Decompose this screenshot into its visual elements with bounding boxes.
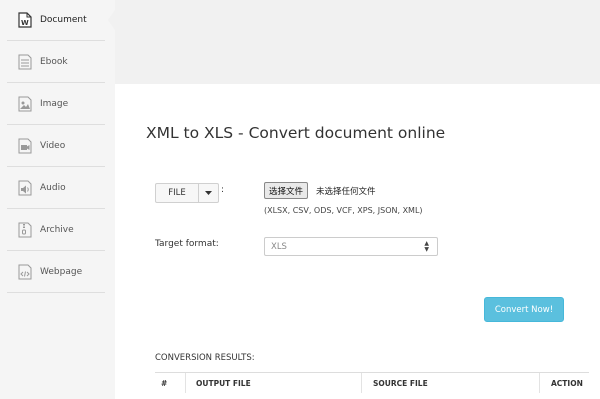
column-header-index: # bbox=[161, 379, 168, 388]
svg-text:W: W bbox=[21, 19, 29, 27]
sidebar-item-image[interactable]: Image bbox=[7, 84, 105, 125]
sidebar-item-audio[interactable]: Audio bbox=[7, 168, 105, 209]
video-icon bbox=[17, 138, 33, 154]
sidebar-item-document[interactable]: W Document bbox=[7, 0, 105, 41]
source-type-dropdown[interactable]: FILE bbox=[155, 183, 219, 203]
document-w-icon: W bbox=[17, 12, 33, 28]
sidebar: W Document Ebook Image Video Audio Archi… bbox=[0, 0, 115, 399]
colon-separator: : bbox=[221, 185, 225, 195]
page-title: XML to XLS - Convert document online bbox=[146, 124, 446, 142]
file-button[interactable]: FILE bbox=[156, 184, 199, 202]
sidebar-item-webpage[interactable]: Webpage bbox=[7, 252, 105, 293]
convert-now-button[interactable]: Convert Now! bbox=[484, 297, 564, 322]
archive-icon bbox=[17, 222, 33, 238]
sidebar-item-label: Audio bbox=[40, 183, 66, 193]
sidebar-item-video[interactable]: Video bbox=[7, 126, 105, 167]
target-format-select[interactable]: XLS ▲ ▼ bbox=[264, 237, 438, 256]
sidebar-item-label: Archive bbox=[40, 225, 74, 235]
sidebar-item-label: Document bbox=[40, 15, 87, 25]
sidebar-item-ebook[interactable]: Ebook bbox=[7, 42, 105, 83]
ebook-icon bbox=[17, 54, 33, 70]
column-header-source-file: SOURCE FILE bbox=[373, 379, 428, 388]
sidebar-item-label: Video bbox=[40, 141, 66, 151]
column-divider bbox=[539, 373, 540, 393]
results-table-header: # OUTPUT FILE SOURCE FILE ACTION bbox=[155, 372, 589, 399]
target-format-label: Target format: bbox=[155, 239, 219, 249]
supported-formats: (XLSX, CSV, ODS, VCF, XPS, JSON, XML) bbox=[264, 206, 423, 215]
choose-file-button[interactable]: 选择文件 bbox=[264, 182, 309, 199]
column-divider bbox=[361, 373, 362, 393]
sidebar-item-label: Image bbox=[40, 99, 69, 109]
target-format-value: XLS bbox=[271, 241, 287, 252]
column-divider bbox=[185, 373, 186, 393]
column-header-output-file: OUTPUT FILE bbox=[196, 379, 251, 388]
sidebar-item-label: Webpage bbox=[40, 267, 83, 277]
audio-icon bbox=[17, 180, 33, 196]
main-panel: XML to XLS - Convert document online FIL… bbox=[115, 84, 600, 399]
webpage-icon bbox=[17, 264, 33, 280]
sidebar-item-archive[interactable]: Archive bbox=[7, 210, 105, 251]
no-file-text: 未选择任何文件 bbox=[316, 187, 376, 197]
image-icon bbox=[17, 96, 33, 112]
conversion-results-label: CONVERSION RESULTS: bbox=[155, 353, 255, 363]
caret-down-icon[interactable] bbox=[199, 184, 218, 202]
sidebar-item-label: Ebook bbox=[40, 57, 68, 67]
top-banner bbox=[115, 0, 600, 84]
select-arrows-icon: ▲ ▼ bbox=[424, 240, 429, 253]
column-header-action: ACTION bbox=[551, 379, 583, 388]
